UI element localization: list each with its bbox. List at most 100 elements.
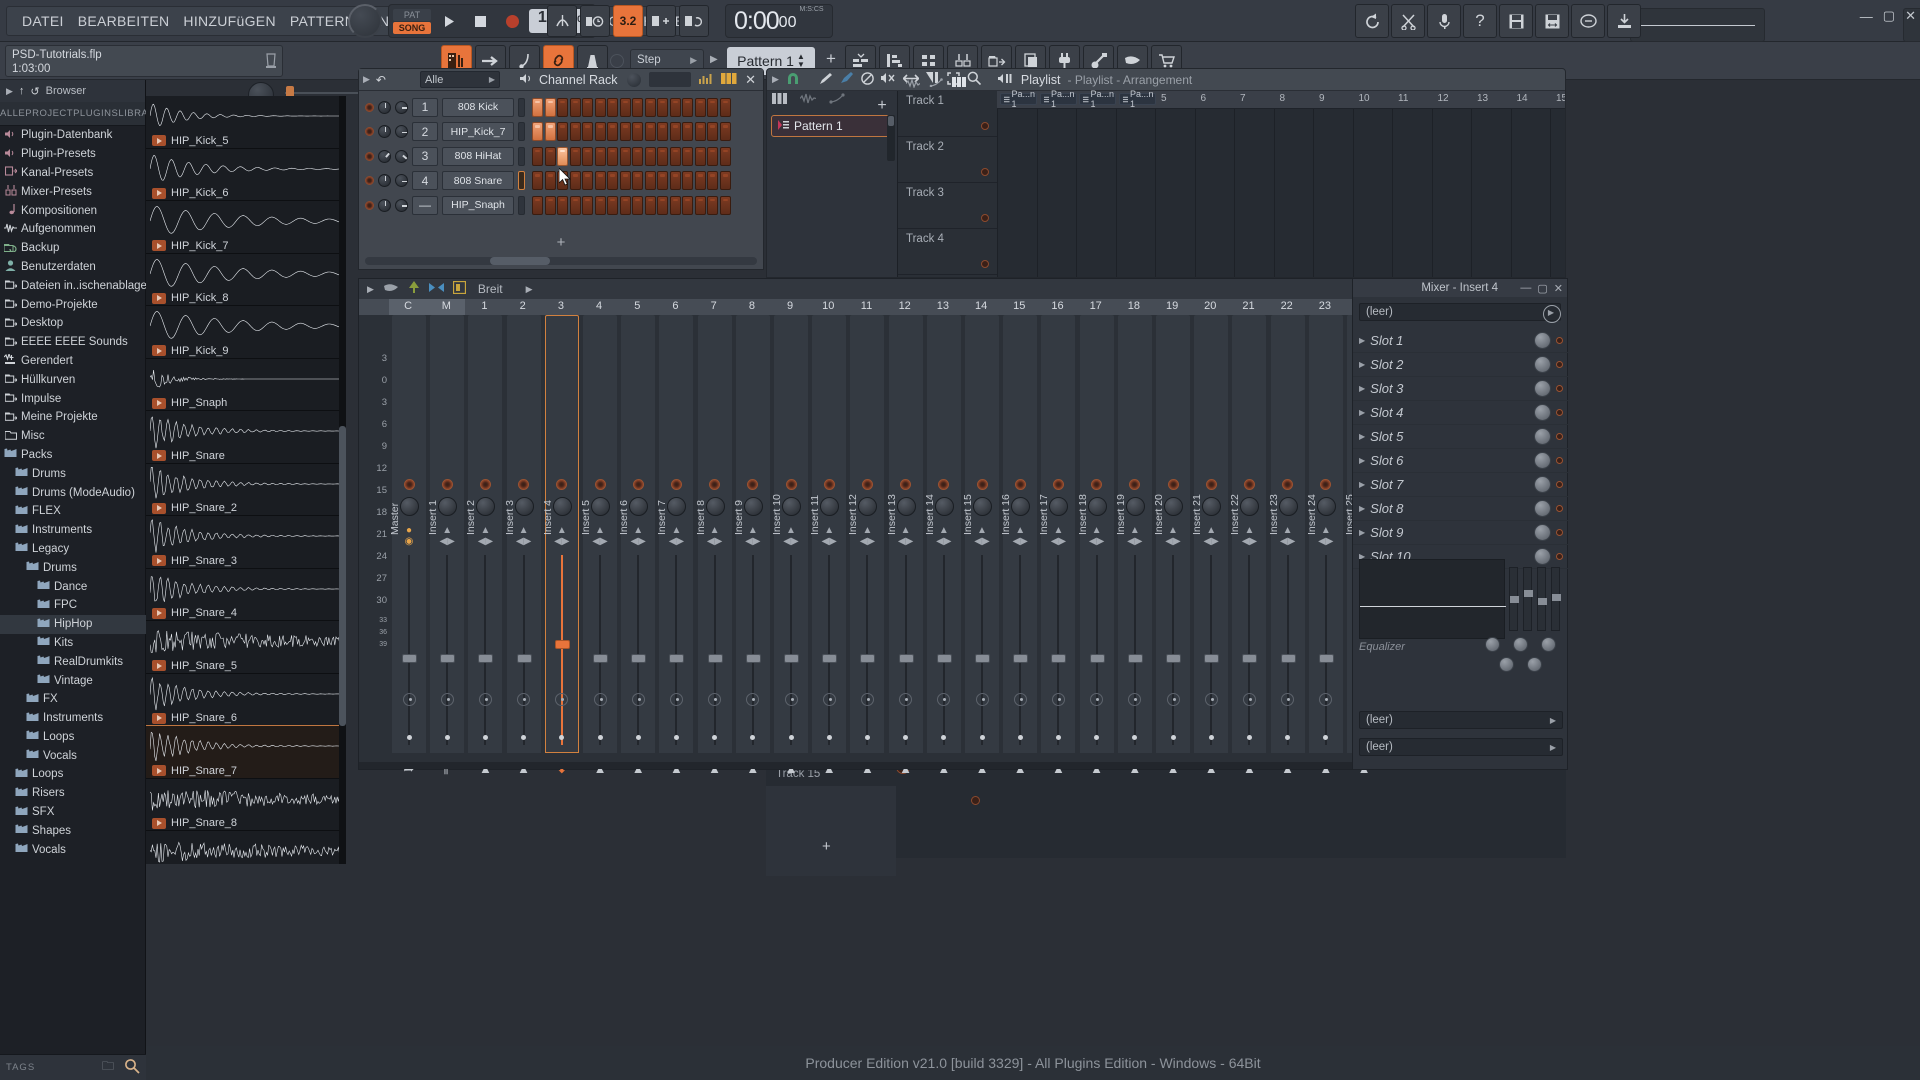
strip-stereo-controls[interactable]: ▲◀▶: [1268, 525, 1308, 547]
strip-volume-fader[interactable]: [1204, 555, 1219, 745]
strip-pan-knob[interactable]: [782, 497, 801, 516]
step-button[interactable]: [645, 98, 656, 117]
save-icon[interactable]: [1499, 4, 1533, 38]
browser-tab-alle[interactable]: ALLE: [0, 108, 25, 119]
channel-number[interactable]: —: [412, 196, 438, 215]
step-button[interactable]: [682, 196, 693, 215]
slot-enable-led[interactable]: [1556, 505, 1563, 512]
mixer-column-number[interactable]: 11: [847, 300, 885, 312]
record-arm-led[interactable]: [824, 479, 835, 490]
step-button[interactable]: [607, 196, 618, 215]
browser-expand-icon[interactable]: ▶: [6, 86, 13, 97]
mixer-strip[interactable]: Insert 10▲◀▶▲: [771, 315, 811, 769]
track-led[interactable]: [981, 214, 989, 222]
channel-selector-bar[interactable]: [518, 122, 525, 141]
expand-icon[interactable]: ▶: [363, 74, 370, 85]
record-arm-led[interactable]: [595, 479, 606, 490]
step-button[interactable]: [707, 147, 718, 166]
strip-send-control[interactable]: [542, 693, 582, 709]
mixer-strip[interactable]: Insert 13▲◀▶▲: [886, 315, 926, 769]
strip-stereo-controls[interactable]: ▲◀▶: [465, 525, 505, 547]
strip-route-dot[interactable]: [771, 729, 811, 743]
stop-button[interactable]: [465, 8, 495, 34]
strip-pan-knob[interactable]: [706, 497, 725, 516]
mixer-strip[interactable]: Insert 18▲◀▶▲: [1077, 315, 1117, 769]
song-mode-label[interactable]: SONG: [393, 22, 431, 34]
strip-stereo-controls[interactable]: ▲◀▶: [427, 525, 467, 547]
chevron-right-icon[interactable]: ▶: [1359, 336, 1365, 345]
step-button[interactable]: [707, 171, 718, 190]
slot-enable-led[interactable]: [1556, 361, 1563, 368]
strip-stereo-controls[interactable]: ▲◀▶: [1000, 525, 1040, 547]
microphone-icon[interactable]: [1427, 4, 1461, 38]
strip-stereo-controls[interactable]: ▲◀▶: [886, 525, 926, 547]
step-button[interactable]: [682, 122, 693, 141]
mixer-strip[interactable]: Insert 5▲◀▶▲: [580, 315, 620, 769]
strip-send-control[interactable]: [886, 693, 926, 709]
strip-route-dot[interactable]: [427, 729, 467, 743]
strip-stereo-controls[interactable]: ▲◀▶: [1077, 525, 1117, 547]
channel-selector-bar[interactable]: [518, 171, 525, 190]
channel-selector-bar[interactable]: [518, 196, 525, 215]
mixer-strip[interactable]: Insert 8▲◀▶▲: [695, 315, 735, 769]
sample-list-item[interactable]: HIP_Kick_7: [146, 201, 346, 254]
strip-route-dot[interactable]: [809, 729, 849, 743]
slot-enable-led[interactable]: [1556, 409, 1563, 416]
insert-routing-select-2[interactable]: (leer) ▶: [1359, 738, 1563, 756]
strip-stereo-controls[interactable]: ▲◀▶: [733, 525, 773, 547]
strip-volume-fader[interactable]: [440, 555, 455, 745]
mixer-strip[interactable]: Insert 4▲◀▶⬇: [542, 315, 582, 769]
track-led[interactable]: [981, 122, 989, 130]
step-button[interactable]: [595, 147, 606, 166]
browser-tree-item[interactable]: Dance: [0, 577, 146, 596]
expand-icon[interactable]: ▶: [367, 284, 374, 295]
step-button[interactable]: [657, 171, 668, 190]
record-arm-led[interactable]: [1053, 479, 1064, 490]
strip-volume-fader[interactable]: [402, 555, 417, 745]
record-arm-led[interactable]: [747, 479, 758, 490]
wave-icon[interactable]: [800, 93, 816, 107]
mixer-column-number[interactable]: 4: [580, 300, 618, 312]
play-button[interactable]: [433, 8, 463, 34]
step-button[interactable]: [632, 147, 643, 166]
step-button[interactable]: [645, 122, 656, 141]
step-button[interactable]: [607, 98, 618, 117]
browser-tree-item[interactable]: Drums: [0, 558, 146, 577]
master-pitch-knob[interactable]: [348, 4, 382, 38]
strip-route-dot[interactable]: [924, 729, 964, 743]
strip-route-dot[interactable]: [580, 729, 620, 743]
channel-pan-knob[interactable]: [395, 101, 408, 114]
channel-picker-tab[interactable]: [929, 76, 943, 90]
effect-slot-row[interactable]: ▶ Slot 3: [1353, 377, 1569, 401]
step-button[interactable]: [595, 171, 606, 190]
mixer-column-number[interactable]: 5: [618, 300, 656, 312]
strip-send-control[interactable]: [695, 693, 735, 709]
strip-volume-fader[interactable]: [555, 555, 570, 745]
slot-mix-knob[interactable]: [1534, 332, 1551, 349]
channel-name[interactable]: HIP_Kick_7: [442, 122, 514, 141]
browser-tree-item[interactable]: EEEE EEEE Sounds: [0, 333, 146, 352]
mixer-strip[interactable]: Insert 24▲◀▶▲: [1306, 315, 1346, 769]
step-button[interactable]: [532, 147, 543, 166]
pat-mode-label[interactable]: PAT: [393, 9, 431, 21]
effect-slot-row[interactable]: ▶ Slot 7: [1353, 473, 1569, 497]
effect-slot-row[interactable]: ▶ Slot 9: [1353, 521, 1569, 545]
minimize-icon[interactable]: —: [1520, 282, 1531, 295]
sample-list-item[interactable]: HIP_Snare_5: [146, 621, 346, 674]
project-file-info[interactable]: PSD-Tutotrials.flp 1:03:00: [5, 45, 283, 77]
record-arm-led[interactable]: [1015, 479, 1026, 490]
chevron-right-icon[interactable]: ▶: [526, 284, 533, 295]
sample-list-item[interactable]: HIP_Kick_5: [146, 96, 346, 149]
channel-volume-knob[interactable]: [378, 150, 391, 163]
strip-volume-fader[interactable]: [478, 555, 493, 745]
step-button[interactable]: [570, 171, 581, 190]
step-button[interactable]: [607, 122, 618, 141]
slot-mix-knob[interactable]: [1534, 548, 1551, 565]
channel-number[interactable]: 1: [412, 98, 438, 117]
spinner-icon[interactable]: ▲ ▼: [797, 53, 805, 69]
strip-pan-knob[interactable]: [1088, 497, 1107, 516]
channel-pan-knob[interactable]: [395, 199, 408, 212]
sample-list-item[interactable]: HIP_Snaph: [146, 359, 346, 412]
mixer-column-number[interactable]: 21: [1229, 300, 1267, 312]
browser-tree-item[interactable]: Shapes: [0, 821, 146, 840]
